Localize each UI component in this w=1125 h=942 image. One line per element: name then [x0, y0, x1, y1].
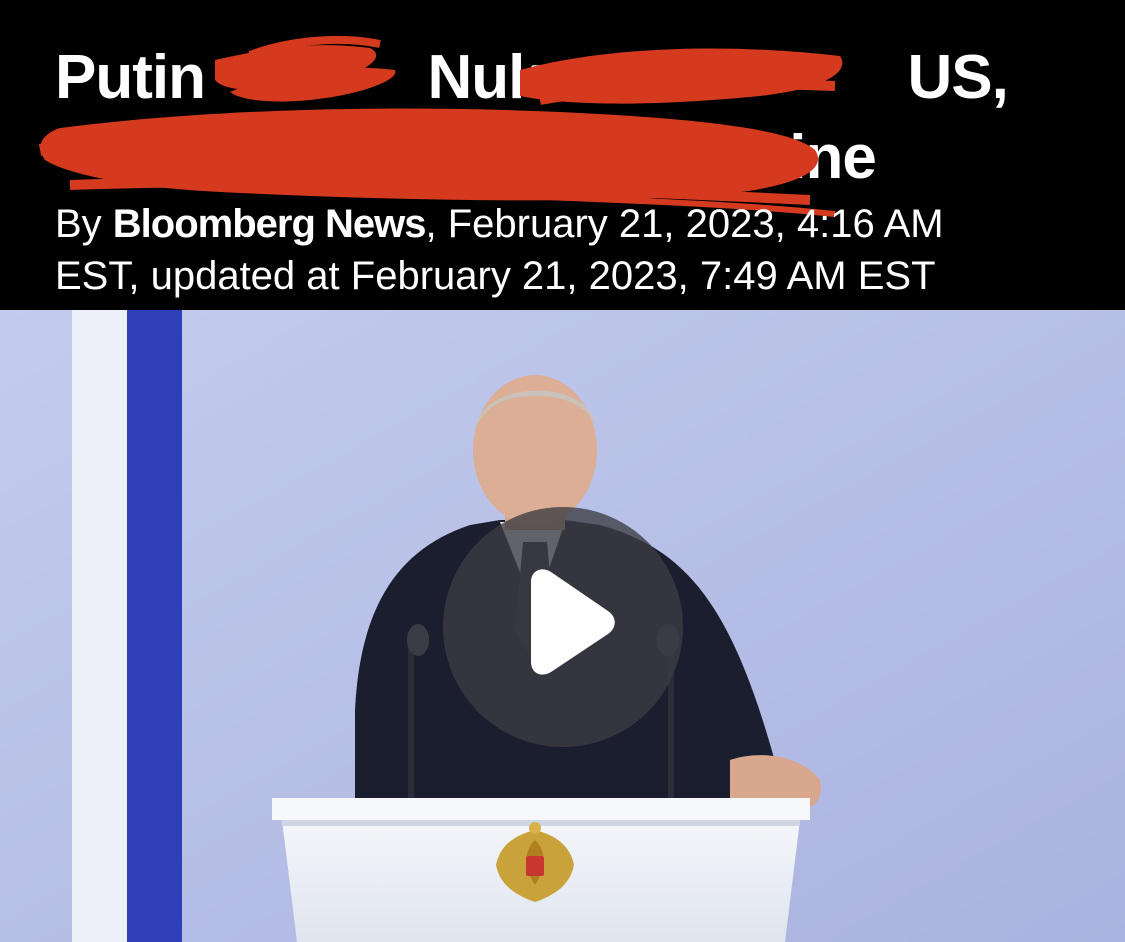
- microphone-left: [408, 640, 414, 800]
- headline-line-2: ine: [55, 118, 1055, 198]
- headline-line-1: Putin Nuke US,: [55, 38, 1055, 118]
- microphone-left-head: [407, 624, 429, 656]
- headline-word-us: US,: [907, 43, 1009, 112]
- article-header: Putin Nuke US, ine By Bloomberg News, Fe…: [0, 0, 1125, 310]
- flag-white-stripe: [72, 310, 127, 942]
- play-button[interactable]: [443, 507, 683, 747]
- byline-author[interactable]: Bloomberg News: [113, 202, 427, 246]
- podium-edge: [282, 820, 800, 826]
- article-byline: By Bloomberg News, February 21, 2023, 4:…: [55, 198, 1095, 302]
- article-headline[interactable]: Putin Nuke US, ine: [55, 38, 1055, 198]
- video-player[interactable]: [0, 310, 1125, 942]
- podium-top: [272, 798, 810, 820]
- head: [473, 375, 597, 525]
- headline-word-end: ine: [789, 123, 877, 192]
- play-icon: [531, 569, 615, 675]
- byline-updated: EST, updated at February 21, 2023, 7:49 …: [55, 254, 936, 298]
- byline-published: , February 21, 2023, 4:16 AM: [425, 202, 944, 246]
- flag-blue-stripe: [127, 310, 182, 942]
- headline-word-nuke: Nuke: [427, 43, 576, 112]
- byline-prefix: By: [55, 202, 113, 246]
- headline-word-putin: Putin: [55, 43, 206, 112]
